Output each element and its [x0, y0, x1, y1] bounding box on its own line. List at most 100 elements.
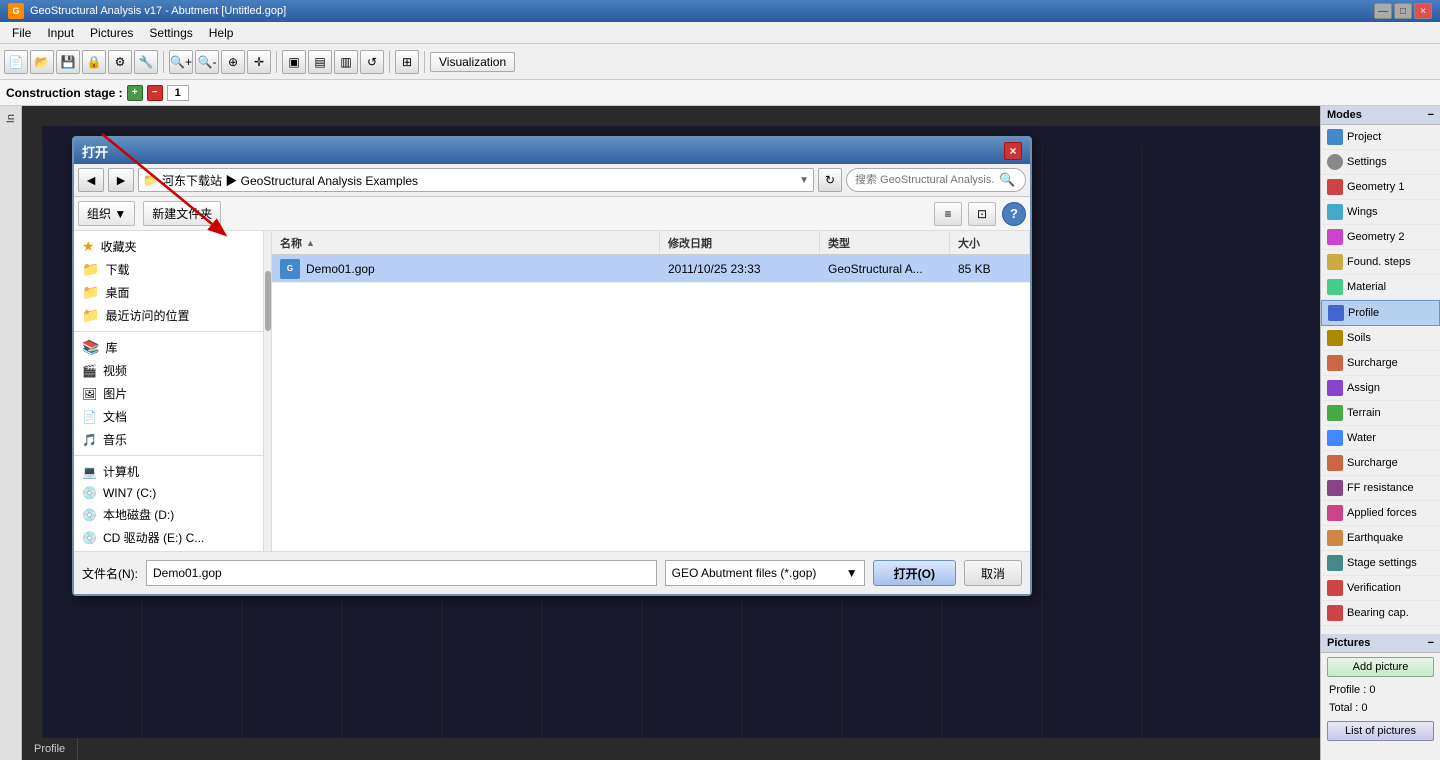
- nav-refresh-button[interactable]: ↻: [818, 168, 842, 192]
- modes-item-earthquake[interactable]: Earthquake: [1321, 526, 1440, 551]
- modes-collapse-icon[interactable]: −: [1428, 109, 1434, 121]
- nav-back-button[interactable]: ◄: [78, 168, 104, 192]
- soils-icon: [1327, 330, 1343, 346]
- modes-item-ff-resistance[interactable]: FF resistance: [1321, 476, 1440, 501]
- pictures-collapse-icon[interactable]: −: [1428, 637, 1434, 649]
- col-header-type[interactable]: 类型: [820, 231, 950, 254]
- tree-item-music[interactable]: 🎵 音乐: [74, 428, 263, 451]
- maximize-button[interactable]: □: [1394, 3, 1412, 19]
- toolbar-grid[interactable]: ⊞: [395, 50, 419, 74]
- tree-scrollbar[interactable]: [264, 231, 272, 551]
- nav-path-container[interactable]: 📁 河东下载站 ▶ GeoStructural Analysis Example…: [138, 168, 814, 192]
- tree-item-download[interactable]: 📁 下载: [74, 258, 263, 281]
- modes-item-geometry1[interactable]: Geometry 1: [1321, 175, 1440, 200]
- organize-button[interactable]: 组织 ▼: [78, 201, 135, 226]
- menu-settings[interactable]: Settings: [141, 24, 200, 42]
- modes-item-geometry2[interactable]: Geometry 2: [1321, 225, 1440, 250]
- modes-item-material[interactable]: Material: [1321, 275, 1440, 300]
- modes-item-found-steps[interactable]: Found. steps: [1321, 250, 1440, 275]
- tree-item-c-drive[interactable]: 💿 WIN7 (C:): [74, 483, 263, 503]
- surcharge2-icon: [1327, 455, 1343, 471]
- help-button[interactable]: ?: [1002, 202, 1026, 226]
- menu-input[interactable]: Input: [39, 24, 82, 42]
- modes-item-profile[interactable]: Profile: [1321, 300, 1440, 326]
- search-input[interactable]: [855, 174, 995, 186]
- toolbar-btn6[interactable]: 🔧: [134, 50, 158, 74]
- tree-item-d-drive[interactable]: 💿 本地磁盘 (D:): [74, 503, 263, 526]
- new-folder-button[interactable]: 新建文件夹: [143, 201, 221, 226]
- menu-file[interactable]: File: [4, 24, 39, 42]
- toolbar-btn5[interactable]: ⚙: [108, 50, 132, 74]
- pictures-section-header: Pictures −: [1321, 634, 1440, 653]
- left-panel-tab[interactable]: In: [3, 110, 19, 127]
- modes-item-project[interactable]: Project: [1321, 125, 1440, 150]
- add-picture-button[interactable]: Add picture: [1327, 657, 1434, 677]
- toolbar-zoom-out[interactable]: 🔍-: [195, 50, 219, 74]
- modes-item-terrain[interactable]: Terrain: [1321, 401, 1440, 426]
- documents-icon: 📄: [82, 410, 97, 424]
- modes-item-assign[interactable]: Assign: [1321, 376, 1440, 401]
- modes-item-surcharge2[interactable]: Surcharge: [1321, 451, 1440, 476]
- modes-item-water[interactable]: Water: [1321, 426, 1440, 451]
- cancel-button[interactable]: 取消: [964, 560, 1022, 586]
- search-icon: 🔍: [999, 172, 1015, 188]
- toolbar-zoom-in[interactable]: 🔍+: [169, 50, 193, 74]
- tree-pictures-label: 图片: [103, 385, 127, 402]
- tree-item-e-drive[interactable]: 💿 CD 驱动器 (E:) C...: [74, 526, 263, 549]
- modes-item-stage-settings[interactable]: Stage settings: [1321, 551, 1440, 576]
- menu-help[interactable]: Help: [201, 24, 242, 42]
- view-button[interactable]: ≡: [934, 202, 962, 226]
- nav-path-dropdown[interactable]: ▼: [799, 175, 809, 186]
- nav-path-text: 河东下载站 ▶ GeoStructural Analysis Examples: [162, 172, 795, 189]
- col-header-date[interactable]: 修改日期: [660, 231, 820, 254]
- modes-item-soils[interactable]: Soils: [1321, 326, 1440, 351]
- file-row[interactable]: G Demo01.gop 2011/10/25 23:33 GeoStructu…: [272, 255, 1030, 283]
- modes-item-material-label: Material: [1347, 281, 1386, 293]
- close-button[interactable]: ×: [1414, 3, 1432, 19]
- tree-item-pictures[interactable]: 🖼 图片: [74, 382, 263, 405]
- filename-input[interactable]: [146, 560, 657, 586]
- toolbar-open[interactable]: 📂: [30, 50, 54, 74]
- toolbar-save[interactable]: 💾: [56, 50, 80, 74]
- modes-item-applied-forces[interactable]: Applied forces: [1321, 501, 1440, 526]
- tree-scrollbar-thumb[interactable]: [265, 271, 271, 331]
- modes-item-surcharge[interactable]: Surcharge: [1321, 351, 1440, 376]
- modes-item-settings[interactable]: Settings: [1321, 150, 1440, 175]
- tree-item-recent[interactable]: 📁 最近访问的位置: [74, 304, 263, 327]
- tree-item-desktop[interactable]: 📁 桌面: [74, 281, 263, 304]
- minimize-button[interactable]: —: [1374, 3, 1392, 19]
- menu-pictures[interactable]: Pictures: [82, 24, 141, 42]
- filetype-dropdown[interactable]: GEO Abutment files (*.gop) ▼: [665, 560, 865, 586]
- toolbar-view1[interactable]: ▣: [282, 50, 306, 74]
- water-icon: [1327, 430, 1343, 446]
- nav-forward-button[interactable]: ►: [108, 168, 134, 192]
- verification-icon: [1327, 580, 1343, 596]
- modes-item-verification[interactable]: Verification: [1321, 576, 1440, 601]
- computer-label: 计算机: [103, 463, 139, 480]
- dialog-close-button[interactable]: ×: [1004, 142, 1022, 160]
- col-header-size[interactable]: 大小: [950, 231, 1030, 254]
- toolbar-view3[interactable]: ▥: [334, 50, 358, 74]
- modes-item-bearing-label: Bearing cap.: [1347, 607, 1409, 619]
- toolbar-btn4[interactable]: 🔒: [82, 50, 106, 74]
- toolbar-new[interactable]: 📄: [4, 50, 28, 74]
- toolbar-zoom-fit[interactable]: ⊕: [221, 50, 245, 74]
- toolbar-view2[interactable]: ▤: [308, 50, 332, 74]
- toolbar-rotate[interactable]: ↺: [360, 50, 384, 74]
- modes-item-wings[interactable]: Wings: [1321, 200, 1440, 225]
- list-pictures-button[interactable]: List of pictures: [1327, 721, 1434, 741]
- toolbar-visualization[interactable]: Visualization: [430, 52, 515, 72]
- toolbar-pan[interactable]: ✛: [247, 50, 271, 74]
- open-button[interactable]: 打开(O): [873, 560, 956, 586]
- view-button2[interactable]: ⊡: [968, 202, 996, 226]
- modes-item-assign-label: Assign: [1347, 382, 1380, 394]
- stage-remove-button[interactable]: −: [147, 85, 163, 101]
- tree-item-documents[interactable]: 📄 文档: [74, 405, 263, 428]
- tree-item-video[interactable]: 🎬 视频: [74, 359, 263, 382]
- modes-item-geometry1-label: Geometry 1: [1347, 181, 1404, 193]
- col-header-name[interactable]: 名称 ▲: [272, 231, 660, 254]
- file-cell-type: GeoStructural A...: [820, 262, 950, 276]
- tree-download-label: 下载: [105, 261, 129, 278]
- modes-item-bearing-cap[interactable]: Bearing cap.: [1321, 601, 1440, 626]
- stage-add-button[interactable]: +: [127, 85, 143, 101]
